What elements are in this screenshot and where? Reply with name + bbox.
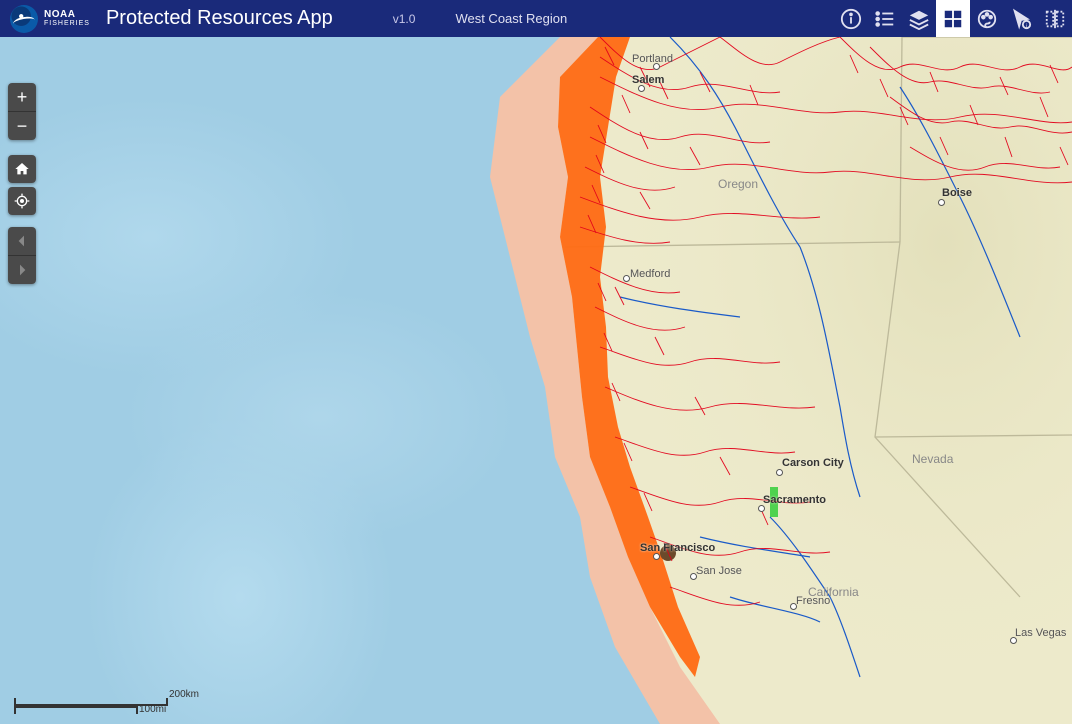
layers-icon	[908, 8, 930, 30]
city-dot	[938, 199, 945, 206]
zoom-out-button[interactable]: −	[8, 112, 36, 140]
noaa-logo: NOAA FISHERIES	[0, 5, 100, 33]
city-label-sacramento: Sacramento	[763, 494, 826, 506]
region-label: West Coast Region	[455, 11, 567, 26]
city-label-carson-city: Carson City	[782, 457, 844, 469]
legend-button[interactable]	[868, 0, 902, 37]
logo-text-top: NOAA	[44, 10, 90, 20]
basemap-button[interactable]	[936, 0, 970, 37]
city-label-portland: Portland	[632, 53, 673, 65]
app-version: v1.0	[393, 12, 416, 26]
home-control	[8, 155, 36, 183]
app-title: Protected Resources App	[106, 7, 333, 30]
home-icon	[14, 161, 30, 177]
locate-button[interactable]	[8, 187, 36, 215]
swipe-button[interactable]	[1038, 0, 1072, 37]
city-dot	[623, 275, 630, 282]
locate-icon	[14, 193, 30, 209]
scale-label-km: 200km	[169, 689, 199, 700]
city-label-fresno: Fresno	[796, 595, 830, 607]
draw-button[interactable]	[970, 0, 1004, 37]
home-button[interactable]	[8, 155, 36, 183]
cursor-info-icon: i	[1010, 8, 1032, 30]
plus-icon: +	[17, 87, 28, 108]
minus-icon: −	[17, 116, 28, 137]
swipe-icon	[1044, 8, 1066, 30]
city-dot	[638, 85, 645, 92]
city-label-san-francisco: San Francisco	[640, 542, 715, 554]
noaa-globe-icon	[10, 5, 38, 33]
arrow-right-icon	[14, 262, 30, 278]
zoom-controls: + −	[8, 83, 36, 140]
locate-control	[8, 187, 36, 215]
svg-text:i: i	[1026, 23, 1027, 29]
arrow-left-icon	[14, 233, 30, 249]
header-toolbar: i	[834, 0, 1072, 37]
map-view[interactable]: Oregon California Nevada Portland Salem …	[0, 37, 1072, 724]
zoom-in-button[interactable]: +	[8, 83, 36, 112]
app-root: NOAA FISHERIES Protected Resources App v…	[0, 0, 1072, 724]
city-label-medford: Medford	[630, 268, 670, 280]
list-icon	[874, 8, 896, 30]
next-extent-button[interactable]	[8, 256, 36, 284]
info-icon	[840, 8, 862, 30]
info-button[interactable]	[834, 0, 868, 37]
map-svg	[0, 37, 1072, 724]
city-dot	[653, 553, 660, 560]
identify-button[interactable]: i	[1004, 0, 1038, 37]
state-label-oregon: Oregon	[718, 177, 758, 191]
previous-extent-button[interactable]	[8, 227, 36, 256]
palette-icon	[976, 8, 998, 30]
scale-line-mi	[14, 706, 138, 714]
grid-icon	[942, 8, 964, 30]
layers-button[interactable]	[902, 0, 936, 37]
app-header: NOAA FISHERIES Protected Resources App v…	[0, 0, 1072, 37]
extent-history-controls	[8, 227, 36, 284]
city-label-boise: Boise	[942, 187, 972, 199]
logo-text-bottom: FISHERIES	[44, 20, 90, 27]
noaa-logo-text: NOAA FISHERIES	[44, 10, 90, 27]
scale-label-mi: 100mi	[139, 704, 166, 715]
city-label-las-vegas: Las Vegas	[1015, 627, 1066, 639]
city-dot	[776, 469, 783, 476]
city-label-san-jose: San Jose	[696, 565, 742, 577]
city-dot	[758, 505, 765, 512]
city-label-salem: Salem	[632, 74, 664, 86]
state-label-nevada: Nevada	[912, 452, 953, 466]
scale-bar: 200km 100mi	[14, 698, 168, 714]
